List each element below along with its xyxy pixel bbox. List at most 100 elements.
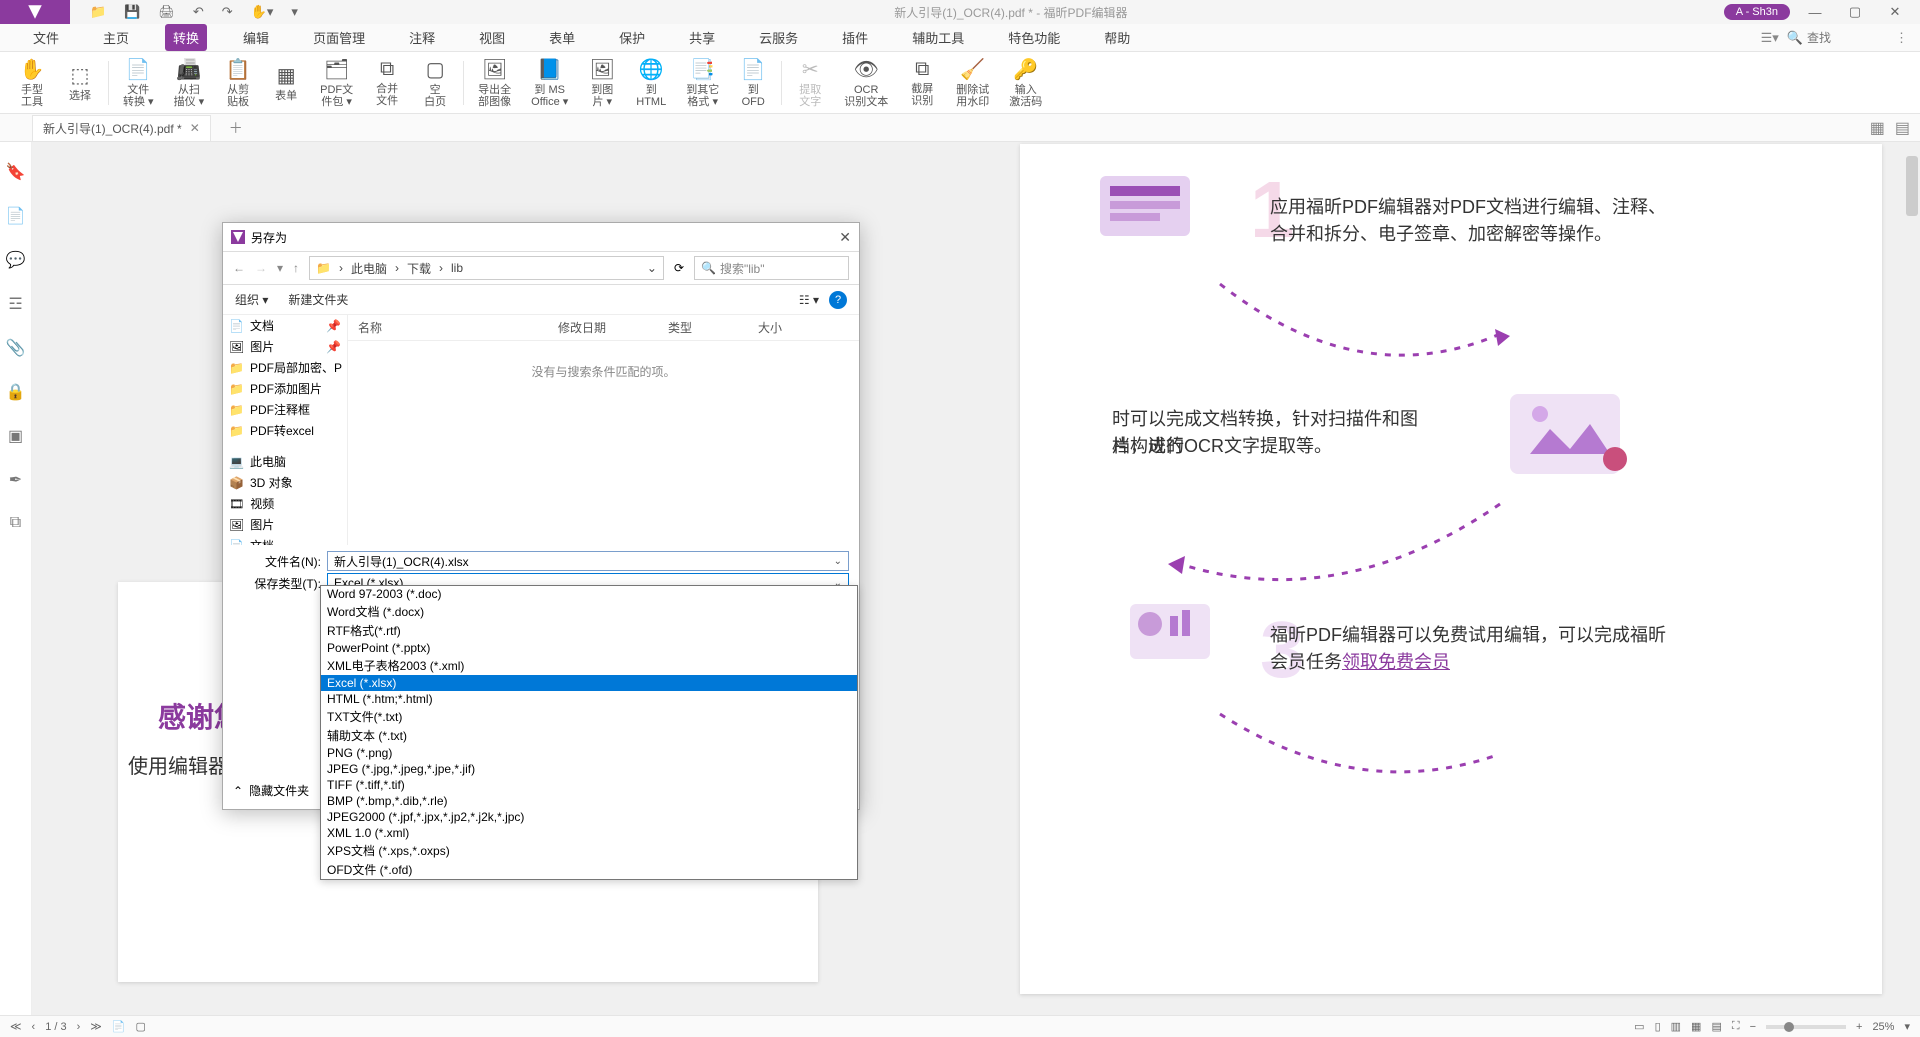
dropdown-item[interactable]: JPEG (*.jpg,*.jpeg,*.jpe,*.jif) xyxy=(321,761,857,777)
tree-item[interactable]: 🖼图片📌 xyxy=(223,336,347,357)
dropdown-item[interactable]: OFD文件 (*.ofd) xyxy=(321,860,857,879)
menu-more-icon[interactable]: ⋮ xyxy=(1895,30,1908,46)
view-grid-icon[interactable]: ▦ xyxy=(1870,118,1885,138)
organize-button[interactable]: 组织 ▾ xyxy=(235,291,268,308)
dropdown-item[interactable]: JPEG2000 (*.jpf,*.jpx,*.jp2,*.j2k,*.jpc) xyxy=(321,809,857,825)
ribbon-18[interactable]: 🧹删除试 用水印 xyxy=(946,53,999,112)
tree-item[interactable]: 📄文档 xyxy=(223,535,347,545)
ribbon-8[interactable]: ▢空 白页 xyxy=(411,53,459,112)
tree-item[interactable]: 🖼图片 xyxy=(223,514,347,535)
next-page-icon[interactable]: › xyxy=(77,1021,81,1033)
filename-input[interactable]: 新人引导(1)_OCR(4).xlsx ⌄ xyxy=(327,551,849,571)
dropdown-item[interactable]: TXT文件(*.txt) xyxy=(321,707,857,726)
zoom-level[interactable]: 25% xyxy=(1872,1021,1894,1033)
dropdown-item[interactable]: PowerPoint (*.pptx) xyxy=(321,640,857,656)
menu-feature[interactable]: 特色功能 xyxy=(1000,24,1068,51)
menu-convert[interactable]: 转换 xyxy=(165,24,207,51)
dialog-close-button[interactable]: ✕ xyxy=(839,229,851,246)
dropdown-item[interactable]: Word文档 (*.docx) xyxy=(321,602,857,621)
sign-icon[interactable]: ✒ xyxy=(9,470,22,490)
ribbon-0[interactable]: ✋手型 工具 xyxy=(8,53,56,112)
ribbon-9[interactable]: 🖼导出全 部图像 xyxy=(468,53,521,112)
qa-open-icon[interactable]: 📁 xyxy=(90,4,106,20)
ribbon-4[interactable]: 📋从剪 贴板 xyxy=(214,53,262,112)
folder-tree[interactable]: 📄文档📌🖼图片📌📁PDF局部加密、P📁PDF添加图片📁PDF注释框📁PDF转ex… xyxy=(223,315,348,545)
menu-aux[interactable]: 辅助工具 xyxy=(904,24,972,51)
pages-icon[interactable]: 📄 xyxy=(6,206,26,226)
fit-icon[interactable]: ⛶ xyxy=(1732,1020,1740,1033)
bookmark-icon[interactable]: 🔖 xyxy=(6,162,26,182)
dropdown-item[interactable]: 辅助文本 (*.txt) xyxy=(321,726,857,745)
ribbon-7[interactable]: ⧉合并 文件 xyxy=(363,54,411,111)
zoom-slider[interactable] xyxy=(1766,1025,1846,1029)
savetype-dropdown[interactable]: Word 97-2003 (*.doc)Word文档 (*.docx)RTF格式… xyxy=(320,585,858,880)
dropdown-item[interactable]: XML电子表格2003 (*.xml) xyxy=(321,656,857,675)
tree-item[interactable]: 🎞视频 xyxy=(223,493,347,514)
layers-icon[interactable]: ☲ xyxy=(8,294,22,314)
dropdown-item[interactable]: PNG (*.png) xyxy=(321,745,857,761)
view-d-icon[interactable]: ▦ xyxy=(1691,1020,1701,1033)
menu-file[interactable]: 文件 xyxy=(25,24,67,51)
menu-share[interactable]: 共享 xyxy=(681,24,723,51)
menu-cloud[interactable]: 云服务 xyxy=(751,24,806,51)
refresh-icon[interactable]: ⟳ xyxy=(674,261,684,275)
zoom-out-icon[interactable]: − xyxy=(1750,1021,1756,1033)
tab-add-button[interactable]: ＋ xyxy=(229,118,243,138)
menu-home[interactable]: 主页 xyxy=(95,24,137,51)
view-c-icon[interactable]: ▥ xyxy=(1671,1020,1681,1033)
ribbon-6[interactable]: 🗂PDF文 件包 ▾ xyxy=(310,53,363,112)
ribbon-11[interactable]: 🖼到图 片 ▾ xyxy=(578,53,626,112)
prev-page-icon[interactable]: ‹ xyxy=(32,1021,36,1033)
qa-undo-icon[interactable]: ↶ xyxy=(193,4,204,20)
field-icon[interactable]: ▣ xyxy=(8,426,23,446)
help-icon[interactable]: ? xyxy=(829,291,847,309)
dropdown-item[interactable]: Excel (*.xlsx) xyxy=(321,675,857,691)
qa-redo-icon[interactable]: ↷ xyxy=(222,4,233,20)
tree-item[interactable]: 💻此电脑 xyxy=(223,451,347,472)
dropdown-item[interactable]: XML 1.0 (*.xml) xyxy=(321,825,857,841)
user-badge[interactable]: A - Sh3n xyxy=(1724,4,1790,20)
dropdown-item[interactable]: XPS文档 (*.xps,*.oxps) xyxy=(321,841,857,860)
hide-folders-link[interactable]: 隐藏文件夹 xyxy=(249,782,309,799)
nav-dropdown-icon[interactable]: ▾ xyxy=(277,261,283,275)
menu-help[interactable]: 帮助 xyxy=(1096,24,1138,51)
new-folder-button[interactable]: 新建文件夹 xyxy=(288,291,348,308)
view-mode-icon[interactable]: ☷ ▾ xyxy=(799,293,819,307)
maximize-button[interactable]: ▢ xyxy=(1840,4,1870,20)
menu-protect[interactable]: 保护 xyxy=(611,24,653,51)
menu-pages[interactable]: 页面管理 xyxy=(305,24,373,51)
search-box[interactable]: 🔍 xyxy=(1787,30,1887,46)
dropdown-item[interactable]: BMP (*.bmp,*.dib,*.rle) xyxy=(321,793,857,809)
view-e-icon[interactable]: ▤ xyxy=(1711,1020,1721,1033)
ribbon-14[interactable]: 📄到 OFD xyxy=(729,53,777,112)
scrollbar-thumb[interactable] xyxy=(1906,156,1918,216)
nav-back-icon[interactable]: ← xyxy=(233,261,245,275)
qa-hand-icon[interactable]: ✋▾ xyxy=(251,4,274,20)
nav-page-icon[interactable]: 📄 xyxy=(112,1020,126,1033)
nav-up-icon[interactable]: ↑ xyxy=(293,261,299,275)
file-list[interactable]: 名称 修改日期 类型 大小 没有与搜索条件匹配的项。 xyxy=(348,315,859,545)
menu-edit[interactable]: 编辑 xyxy=(235,24,277,51)
tab-close-icon[interactable]: ✕ xyxy=(190,121,200,135)
zoom-in-icon[interactable]: + xyxy=(1856,1021,1862,1033)
nav-thumb-icon[interactable]: ▢ xyxy=(135,1020,145,1033)
search-input[interactable] xyxy=(1807,31,1887,45)
page-indicator[interactable]: 1 / 3 xyxy=(45,1021,66,1033)
ribbon-13[interactable]: 📑到其它 格式 ▾ xyxy=(676,53,729,112)
dialog-search[interactable]: 🔍 搜索"lib" xyxy=(694,256,849,280)
zoom-dropdown-icon[interactable]: ▾ xyxy=(1904,1020,1910,1033)
dropdown-item[interactable]: RTF格式(*.rtf) xyxy=(321,621,857,640)
panel-icon[interactable]: ⧉ xyxy=(10,514,21,532)
tree-item[interactable]: 📁PDF转excel xyxy=(223,420,347,441)
nav-fwd-icon[interactable]: → xyxy=(255,261,267,275)
ribbon-10[interactable]: 📘到 MS Office ▾ xyxy=(521,53,578,112)
ribbon-1[interactable]: ⬚选择 xyxy=(56,59,104,106)
qa-save-icon[interactable]: 💾 xyxy=(124,4,140,20)
chevron-down-icon[interactable]: ⌄ xyxy=(834,556,842,567)
tree-item[interactable]: 📦3D 对象 xyxy=(223,472,347,493)
tree-item[interactable]: 📁PDF局部加密、P xyxy=(223,357,347,378)
tree-item[interactable]: 📁PDF注释框 xyxy=(223,399,347,420)
dropdown-item[interactable]: Word 97-2003 (*.doc) xyxy=(321,586,857,602)
menu-comment[interactable]: 注释 xyxy=(401,24,443,51)
menu-tools-icon[interactable]: ☰▾ xyxy=(1761,30,1779,46)
